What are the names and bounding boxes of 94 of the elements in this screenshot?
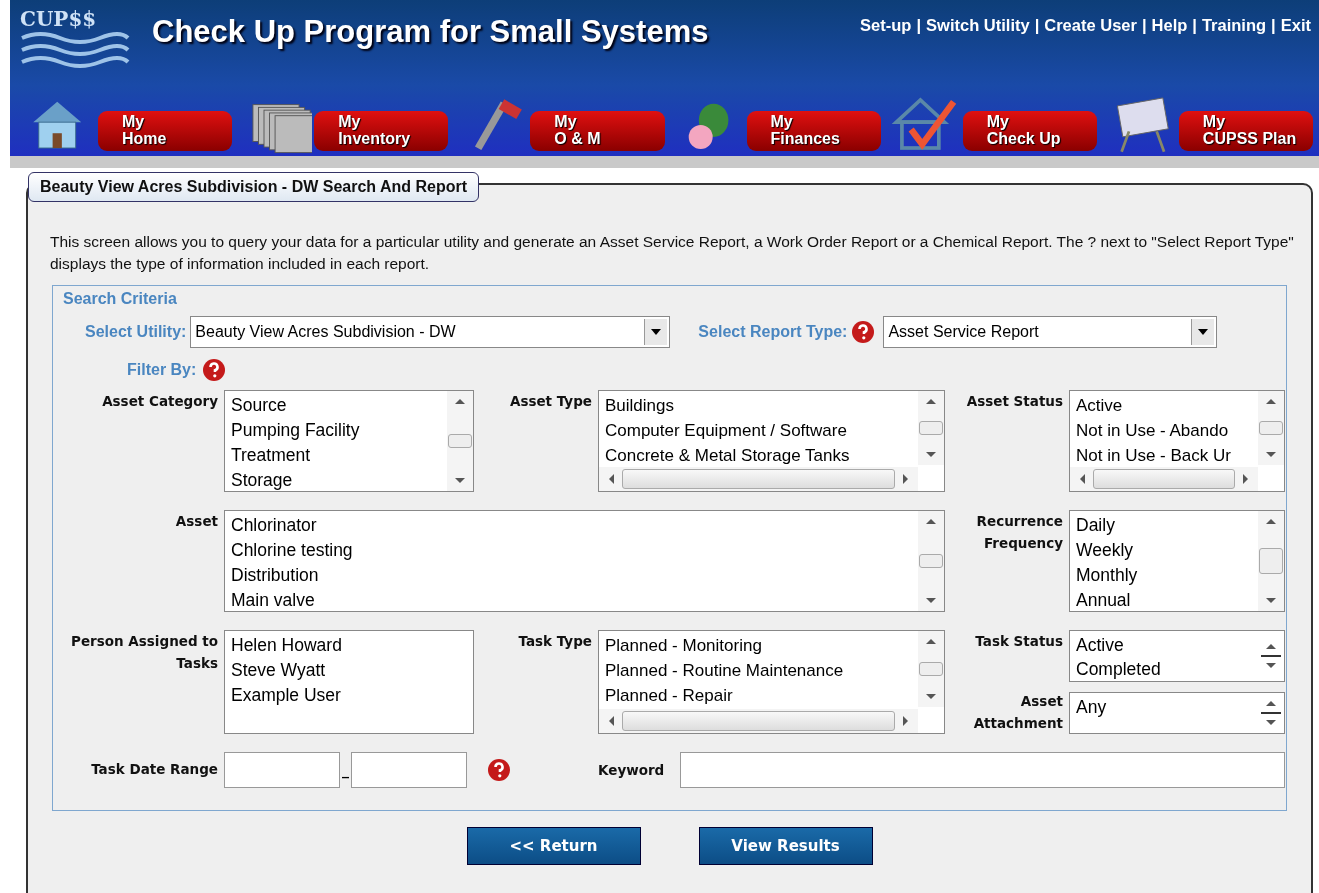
header-link[interactable]: Help (1151, 16, 1188, 35)
list-item[interactable]: Distribution (231, 563, 912, 588)
list-item[interactable]: Daily (1076, 513, 1252, 538)
list-item[interactable]: Monthly (1076, 563, 1252, 588)
help-icon[interactable] (851, 320, 876, 344)
vertical-scrollbar[interactable] (918, 511, 944, 611)
vertical-scrollbar[interactable] (447, 391, 473, 491)
list-box[interactable]: Active Not in Use - Abando Not in Use - Back Ur (1069, 390, 1285, 492)
separator: | (1034, 16, 1040, 35)
list-item[interactable]: Storage (231, 468, 441, 491)
nav-button[interactable]: My Check Up (962, 111, 1097, 151)
list-item[interactable]: Planned - Routine Maintenance (605, 658, 912, 683)
date-separator: _ (342, 762, 349, 778)
app-logo: CUP$$ (20, 8, 136, 74)
header-link[interactable]: Switch Utility (926, 16, 1030, 35)
action-button[interactable]: View Results (698, 827, 873, 865)
list-box[interactable]: Daily Weekly Monthly Annual (1069, 510, 1285, 612)
section-title: Search Criteria (63, 290, 178, 308)
list-item[interactable]: Steve Wyatt (231, 658, 467, 683)
dropdown-arrow-icon (651, 329, 662, 335)
header-link[interactable]: Create User (1044, 16, 1137, 35)
list-box[interactable]: Any (1069, 692, 1285, 734)
list-item[interactable]: Not in Use - Back Ur (1076, 443, 1252, 468)
nav-button[interactable]: My Inventory (314, 111, 449, 151)
nav-button[interactable]: My Finances (746, 111, 881, 151)
list-item[interactable]: Planned - Repair (605, 683, 912, 708)
panel-title: Beauty View Acres Subdivision - DW Search And Report (28, 172, 480, 202)
report-type-dropdown[interactable]: Asset Service Report (883, 316, 1218, 348)
list-item[interactable]: Source (231, 393, 441, 418)
list-box[interactable]: Source Pumping Facility Treatment Storage (224, 390, 474, 492)
header-link[interactable]: Exit (1280, 16, 1311, 35)
list-item[interactable]: Planned - Monitoring (605, 633, 912, 658)
list-item[interactable]: Helen Howard (231, 633, 467, 658)
vertical-scrollbar[interactable] (918, 391, 944, 465)
field-label: Person Assigned to Tasks (70, 632, 218, 673)
start-date-field[interactable] (224, 752, 340, 788)
list-item[interactable]: Buildings (605, 393, 912, 418)
list-item[interactable]: Active (1076, 633, 1252, 657)
list-item[interactable]: Chlorine testing (231, 538, 912, 563)
field-label: Filter By: (127, 361, 197, 379)
action-button[interactable]: << Return (466, 827, 641, 865)
field-label: Keyword (598, 761, 665, 780)
field-label: Asset Attachment (972, 692, 1063, 733)
horizontal-scrollbar[interactable] (1070, 467, 1258, 491)
list-item[interactable]: Computer Equipment / Software (605, 418, 912, 443)
utility-dropdown[interactable]: Beauty View Acres Subdivision - DW (190, 316, 671, 348)
list-item[interactable]: Main valve (231, 588, 912, 611)
field-label: Asset (174, 512, 218, 531)
vertical-scrollbar[interactable] (1258, 511, 1284, 611)
list-item[interactable]: Treatment (231, 443, 441, 468)
dropdown-arrow-icon (1198, 329, 1209, 335)
help-icon[interactable] (202, 358, 227, 382)
list-box[interactable]: Active Completed (1069, 630, 1285, 682)
list-box[interactable]: Planned - Monitoring Planned - Routine Maintenance Planned - Repair (598, 630, 945, 734)
list-box[interactable]: Buildings Computer Equipment / Software Concrete & Metal Storage Tanks (598, 390, 945, 492)
list-item[interactable]: Any (1076, 695, 1252, 719)
vertical-scrollbar[interactable] (1258, 391, 1284, 465)
list-item[interactable]: Completed (1076, 657, 1252, 681)
app-title: Check Up Program for Small Systems (152, 14, 709, 50)
field-label: Select Report Type: (698, 323, 848, 341)
vertical-scrollbar[interactable] (918, 631, 944, 707)
nav-button[interactable]: My O & M (530, 111, 665, 151)
field-label: Task Status (974, 632, 1063, 651)
field-label: Recurrence Frequency (975, 512, 1063, 553)
separator: | (1192, 16, 1197, 35)
field-label: Task Type (517, 632, 592, 651)
separator: | (1141, 16, 1147, 35)
list-box[interactable]: Helen Howard Steve Wyatt Example User (224, 630, 474, 734)
list-item[interactable]: Weekly (1076, 538, 1252, 563)
horizontal-scrollbar[interactable] (599, 709, 918, 733)
horizontal-scrollbar[interactable] (599, 467, 918, 491)
list-item[interactable]: Not in Use - Abando (1076, 418, 1252, 443)
keyword-field[interactable] (680, 752, 1285, 788)
header-link[interactable]: Training (1201, 16, 1267, 35)
separator: | (1271, 16, 1276, 35)
separator: | (916, 16, 922, 35)
end-date-field[interactable] (351, 752, 467, 788)
field-label: Task Date Range (90, 760, 218, 779)
list-item[interactable]: Pumping Facility (231, 418, 441, 443)
list-item[interactable]: Chlorinator (231, 513, 912, 538)
list-item[interactable]: Concrete & Metal Storage Tanks (605, 443, 912, 468)
list-item[interactable]: Annual (1076, 588, 1252, 611)
nav-button[interactable]: My Home (98, 111, 233, 151)
header-link[interactable]: Set-up (860, 16, 912, 35)
field-label: Select Utility: (85, 323, 187, 341)
list-item[interactable]: Active (1076, 393, 1252, 418)
help-icon[interactable] (487, 758, 511, 782)
field-label: Asset Category (101, 392, 218, 411)
intro-text: This screen allows you to query your data for a particular utility and generate an Asset Service Report, a Work Order Report or a Chemical Report. The ? next to "Select Report Type" displays the type of information included in each report. (50, 232, 1295, 274)
list-item[interactable]: Example User (231, 683, 467, 708)
list-box[interactable]: Chlorinator Chlorine testing Distribution Main valve (224, 510, 945, 612)
nav-button[interactable]: My CUPSS Plan (1178, 111, 1314, 151)
field-label: Asset Type (508, 392, 592, 411)
field-label: Asset Status (965, 392, 1063, 411)
